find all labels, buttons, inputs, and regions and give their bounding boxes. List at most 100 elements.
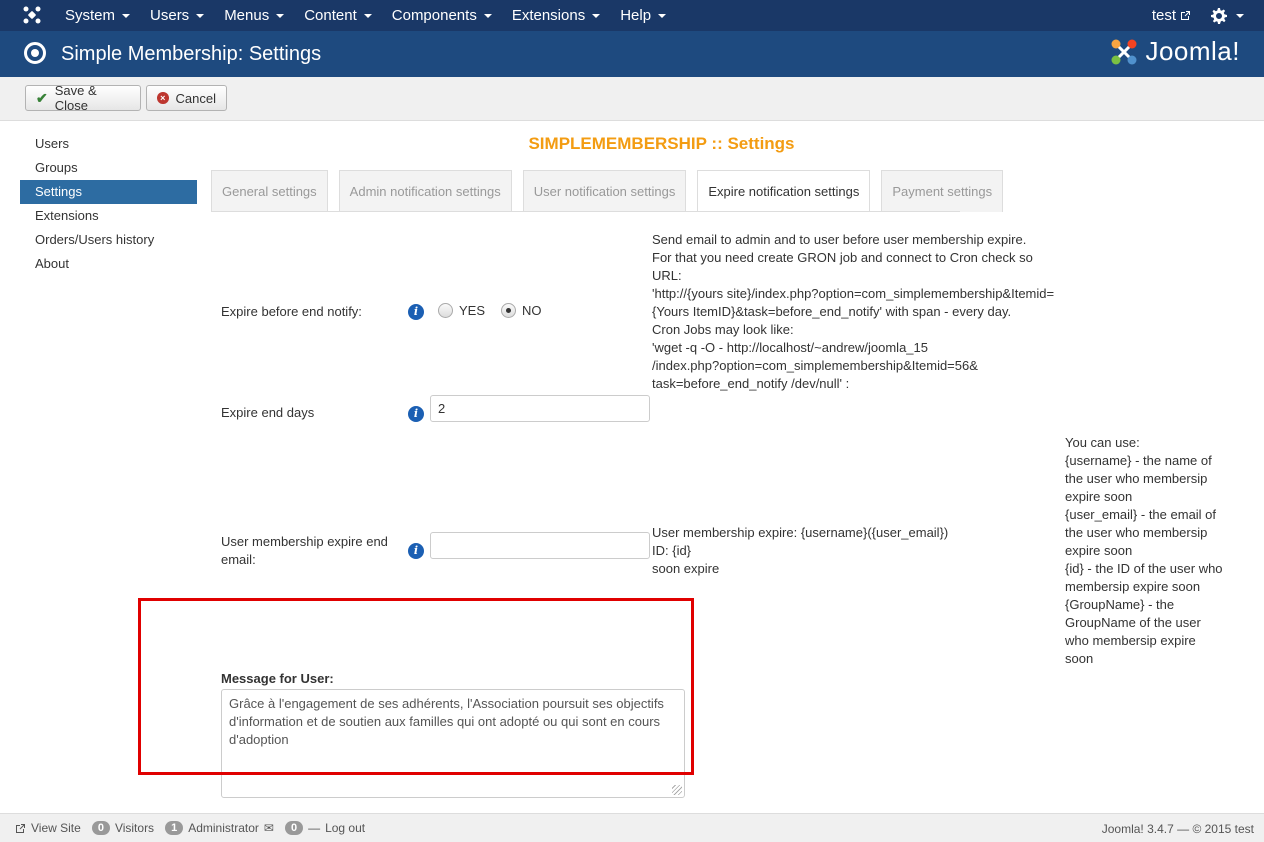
menu-system[interactable]: System <box>55 0 140 31</box>
radio-yes[interactable] <box>438 303 453 318</box>
desc-line: 'http://{yours site}/index.php?option=co… <box>652 286 1055 301</box>
caret-down-icon <box>483 13 492 18</box>
menu-content[interactable]: Content <box>294 0 382 31</box>
site-name: test <box>1151 7 1176 24</box>
sidebar-item-orders-history[interactable]: Orders/Users history <box>20 228 197 252</box>
tab-admin-notification[interactable]: Admin notification settings <box>338 170 512 212</box>
cancel-button[interactable]: × Cancel <box>146 85 227 111</box>
desc-line: soon expire <box>652 561 720 576</box>
resize-handle[interactable] <box>672 785 682 795</box>
help-line: membersip expire soon <box>1065 579 1201 594</box>
help-line: expire soon <box>1065 489 1133 504</box>
settings-tabs: General settings Admin notification sett… <box>211 170 1014 212</box>
menu-label: Content <box>304 7 357 24</box>
gear-icon <box>1211 7 1227 24</box>
radio-no[interactable] <box>501 303 517 318</box>
visitors-count-badge: 0 <box>91 821 110 835</box>
menu-label: Help <box>620 7 652 24</box>
sidebar-item-about[interactable]: About <box>20 252 197 276</box>
view-site-link[interactable]: View Site <box>31 821 81 835</box>
help-line: who membersip expire <box>1065 633 1196 648</box>
menu-label: System <box>65 7 116 24</box>
menu-help[interactable]: Help <box>610 0 676 31</box>
desc-line: /index.php?option=com_simplemembership&I… <box>652 358 978 373</box>
expire-email-subject-input[interactable] <box>430 532 650 559</box>
expire-notify-description: Send email to admin and to user before u… <box>652 231 1062 393</box>
menu-label: Extensions <box>511 7 586 24</box>
top-navbar: System Users Menus Content Components Ex… <box>0 0 1264 31</box>
joomla-brand-icon <box>1111 39 1137 64</box>
component-heading: SIMPLEMEMBERSHIP :: Settings <box>528 134 795 153</box>
info-icon[interactable]: i <box>408 304 424 320</box>
messages-count-badge: 0 <box>284 821 304 835</box>
help-line: the user who membersip <box>1065 471 1208 486</box>
help-line: {id} - the ID of the user who <box>1065 561 1223 576</box>
tab-user-notification[interactable]: User notification settings <box>522 170 687 212</box>
expire-email-description: User membership expire: {username}({user… <box>652 524 972 578</box>
radio-yes-label[interactable]: YES <box>459 303 485 318</box>
save-close-button[interactable]: ✔ Save & Close <box>25 83 141 113</box>
caret-down-icon <box>276 13 285 18</box>
radio-no-label[interactable]: NO <box>522 303 542 318</box>
help-line: expire soon <box>1065 543 1133 558</box>
help-line: soon <box>1065 651 1094 666</box>
help-line: {user_email} - the email of <box>1065 507 1217 522</box>
joomla-wordmark: Joomla! <box>1145 36 1240 66</box>
target-icon <box>24 42 46 64</box>
logout-icon: — <box>308 821 321 835</box>
help-line: You can use: <box>1065 435 1140 450</box>
external-link-icon <box>16 823 25 833</box>
desc-line: ID: {id} <box>652 543 692 558</box>
info-icon[interactable]: i <box>408 406 424 422</box>
desc-line: For that you need create GRON job and co… <box>652 250 1033 265</box>
admin-count-badge: 1 <box>165 821 184 835</box>
menu-label: Menus <box>224 7 270 24</box>
main-menu: System Users Menus Content Components Ex… <box>55 0 676 31</box>
expire-notify-label: Expire before end notify: <box>221 304 362 319</box>
site-link[interactable]: test <box>1142 0 1201 31</box>
sidebar-item-users[interactable]: Users <box>20 132 197 156</box>
logout-link[interactable]: Log out <box>325 821 365 835</box>
expire-days-label: Expire end days <box>221 405 315 420</box>
sidebar-item-settings[interactable]: Settings <box>20 180 197 204</box>
version-info: Joomla! 3.4.7 — © 2015 test <box>1101 822 1254 836</box>
menu-label: Users <box>150 7 190 24</box>
toolbar: ✔ Save & Close × Cancel <box>0 77 1264 121</box>
caret-down-icon <box>1236 13 1244 18</box>
sidebar: Users Groups Settings Extensions Orders/… <box>20 132 197 276</box>
desc-line: URL: <box>652 268 682 283</box>
cancel-icon: × <box>157 92 169 104</box>
admin-label: Administrator <box>188 821 259 835</box>
label-line: User membership expire end <box>221 534 388 549</box>
cancel-label: Cancel <box>175 90 216 106</box>
tab-general-settings[interactable]: General settings <box>211 170 328 212</box>
label-line: email: <box>221 552 256 567</box>
page-title: Simple Membership: Settings <box>61 43 322 65</box>
expire-days-input[interactable]: 2 <box>430 395 650 422</box>
menu-menus[interactable]: Menus <box>214 0 294 31</box>
tab-expire-notification[interactable]: Expire notification settings <box>697 170 871 212</box>
user-menu[interactable] <box>1201 0 1264 31</box>
help-line: {GroupName} - the <box>1065 597 1175 612</box>
caret-down-icon <box>122 13 131 18</box>
visitors-label: Visitors <box>114 821 155 835</box>
sidebar-item-extensions[interactable]: Extensions <box>20 204 197 228</box>
joomla-logo-icon[interactable] <box>20 5 44 25</box>
menu-label: Components <box>391 7 477 24</box>
save-close-label: Save & Close <box>54 83 97 113</box>
expire-email-label: User membership expire end email: <box>221 533 388 569</box>
envelope-icon: ✉ <box>263 821 274 835</box>
caret-down-icon <box>196 13 205 18</box>
desc-line: User membership expire: {username}({user… <box>652 525 949 540</box>
highlight-annotation <box>138 598 694 775</box>
desc-line: Cron Jobs may look like: <box>652 322 794 337</box>
caret-down-icon <box>592 13 601 18</box>
menu-components[interactable]: Components <box>382 0 502 31</box>
tab-payment-settings[interactable]: Payment settings <box>881 170 1004 212</box>
navbar-right: test <box>1142 0 1264 31</box>
sidebar-item-groups[interactable]: Groups <box>20 156 197 180</box>
menu-extensions[interactable]: Extensions <box>502 0 610 31</box>
info-icon[interactable]: i <box>408 543 424 559</box>
menu-users[interactable]: Users <box>140 0 214 31</box>
help-line: GroupName of the user <box>1065 615 1201 630</box>
